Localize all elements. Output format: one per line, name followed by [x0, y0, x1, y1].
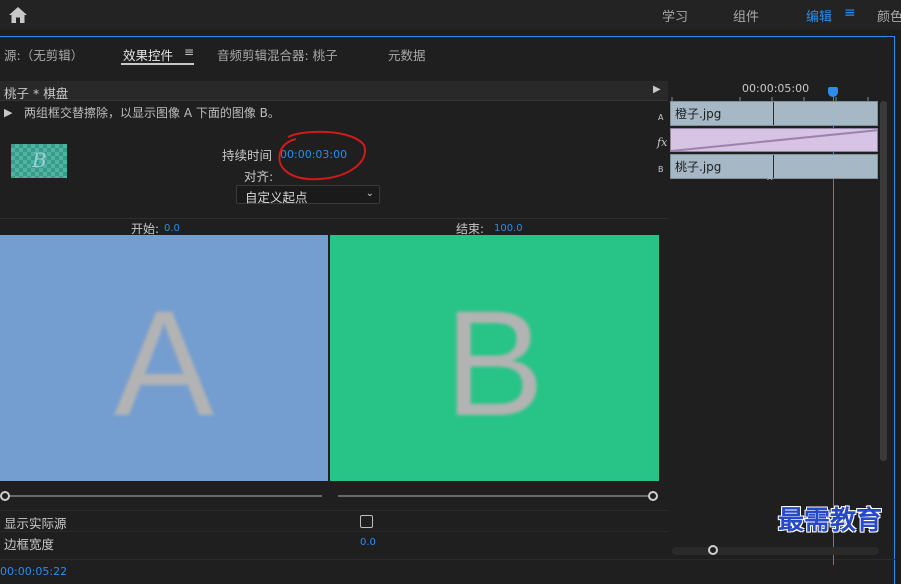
panel-menu-icon[interactable]: ≡: [184, 45, 194, 59]
tab-metadata[interactable]: 元数据: [388, 45, 426, 64]
clip-header: 桃子 * 棋盘 ▶: [0, 81, 668, 101]
transition-thumbnail: B: [11, 144, 67, 178]
workspace-tab-learning[interactable]: 学习: [662, 6, 688, 25]
fx-label: fx: [657, 136, 668, 149]
preview-a: A: [0, 235, 328, 481]
border-width-row: 边框宽度 0.0: [0, 531, 668, 552]
timeline-transition[interactable]: [670, 128, 878, 152]
effect-description: 两组框交替擦除，以显示图像 A 下面的图像 B。: [24, 106, 280, 120]
preview-b-letter: B: [444, 279, 545, 447]
chevron-down-icon: ⌄: [365, 188, 374, 199]
expand-right-icon[interactable]: ▶: [653, 84, 661, 95]
hamburger-icon[interactable]: ≡: [844, 5, 856, 21]
border-width-value[interactable]: 0.0: [360, 537, 376, 548]
clip-title: 桃子 * 棋盘: [4, 86, 69, 101]
clip-edit-line: [773, 155, 774, 178]
timeline-vertical-scrollbar[interactable]: [880, 101, 887, 461]
annotation-circle: [278, 130, 367, 181]
workspace-bar: 学习 组件 编辑 ≡ 颜色: [0, 0, 901, 30]
timeline-clip-b[interactable]: 桃子.jpg: [670, 154, 878, 179]
divider: [0, 559, 895, 560]
alignment-selected: 自定义起点: [245, 190, 308, 205]
timeline-clip-a[interactable]: 橙子.jpg: [670, 101, 878, 126]
thumbnail-letter: B: [32, 148, 47, 172]
alignment-dropdown[interactable]: 自定义起点 ⌄: [236, 185, 380, 205]
end-slider-knob[interactable]: [648, 491, 658, 501]
transition-ramp: [671, 129, 877, 151]
start-slider-track[interactable]: [8, 495, 322, 497]
watermark-logo: 最需教育: [778, 506, 883, 536]
tab-source[interactable]: 源:（无剪辑）: [4, 45, 83, 64]
show-actual-sources-row: 显示实际源: [0, 510, 668, 531]
track-b-label: B: [658, 165, 664, 174]
clip-b-name: 桃子.jpg: [675, 160, 722, 174]
clip-edit-line: [773, 102, 774, 125]
end-value[interactable]: 100.0: [494, 223, 523, 234]
track-a-label: A: [658, 113, 664, 122]
duration-label: 持续时间: [222, 148, 273, 163]
active-tab-indicator: [121, 63, 194, 65]
preview-a-letter: A: [113, 279, 215, 447]
home-icon[interactable]: [8, 6, 28, 24]
timeline-zoom-scrollbar[interactable]: [672, 547, 879, 555]
effect-controls-panel: 源:（无剪辑） 效果控件 ≡ 音频剪辑混合器: 桃子 元数据 桃子 * 棋盘 ▶…: [0, 36, 895, 584]
border-width-label: 边框宽度: [4, 537, 55, 552]
workspace-tab-editing[interactable]: 编辑: [806, 6, 832, 25]
caret-up-icon: ^: [766, 177, 774, 187]
divider: [0, 218, 668, 219]
tab-audio-clip-mixer[interactable]: 音频剪辑混合器: 桃子: [217, 45, 338, 64]
clip-a-name: 橙子.jpg: [675, 107, 722, 121]
show-actual-sources-checkbox[interactable]: [360, 515, 373, 528]
end-slider-track[interactable]: [338, 495, 650, 497]
play-preview-icon[interactable]: ▶: [4, 106, 12, 119]
start-value[interactable]: 0.0: [164, 223, 180, 234]
tab-effect-controls[interactable]: 效果控件: [123, 45, 173, 64]
alignment-label: 对齐:: [244, 169, 274, 184]
workspace-tab-assembly[interactable]: 组件: [733, 6, 759, 25]
timeline-ruler-time: 00:00:05:00: [742, 82, 810, 95]
show-actual-sources-label: 显示实际源: [4, 516, 67, 531]
timeline-zoom-handle[interactable]: [708, 545, 718, 555]
workspace-tab-color[interactable]: 颜色: [877, 6, 901, 25]
preview-b: B: [330, 235, 659, 481]
start-slider-knob[interactable]: [0, 491, 10, 501]
current-time[interactable]: 00:00:05:22: [0, 565, 67, 578]
